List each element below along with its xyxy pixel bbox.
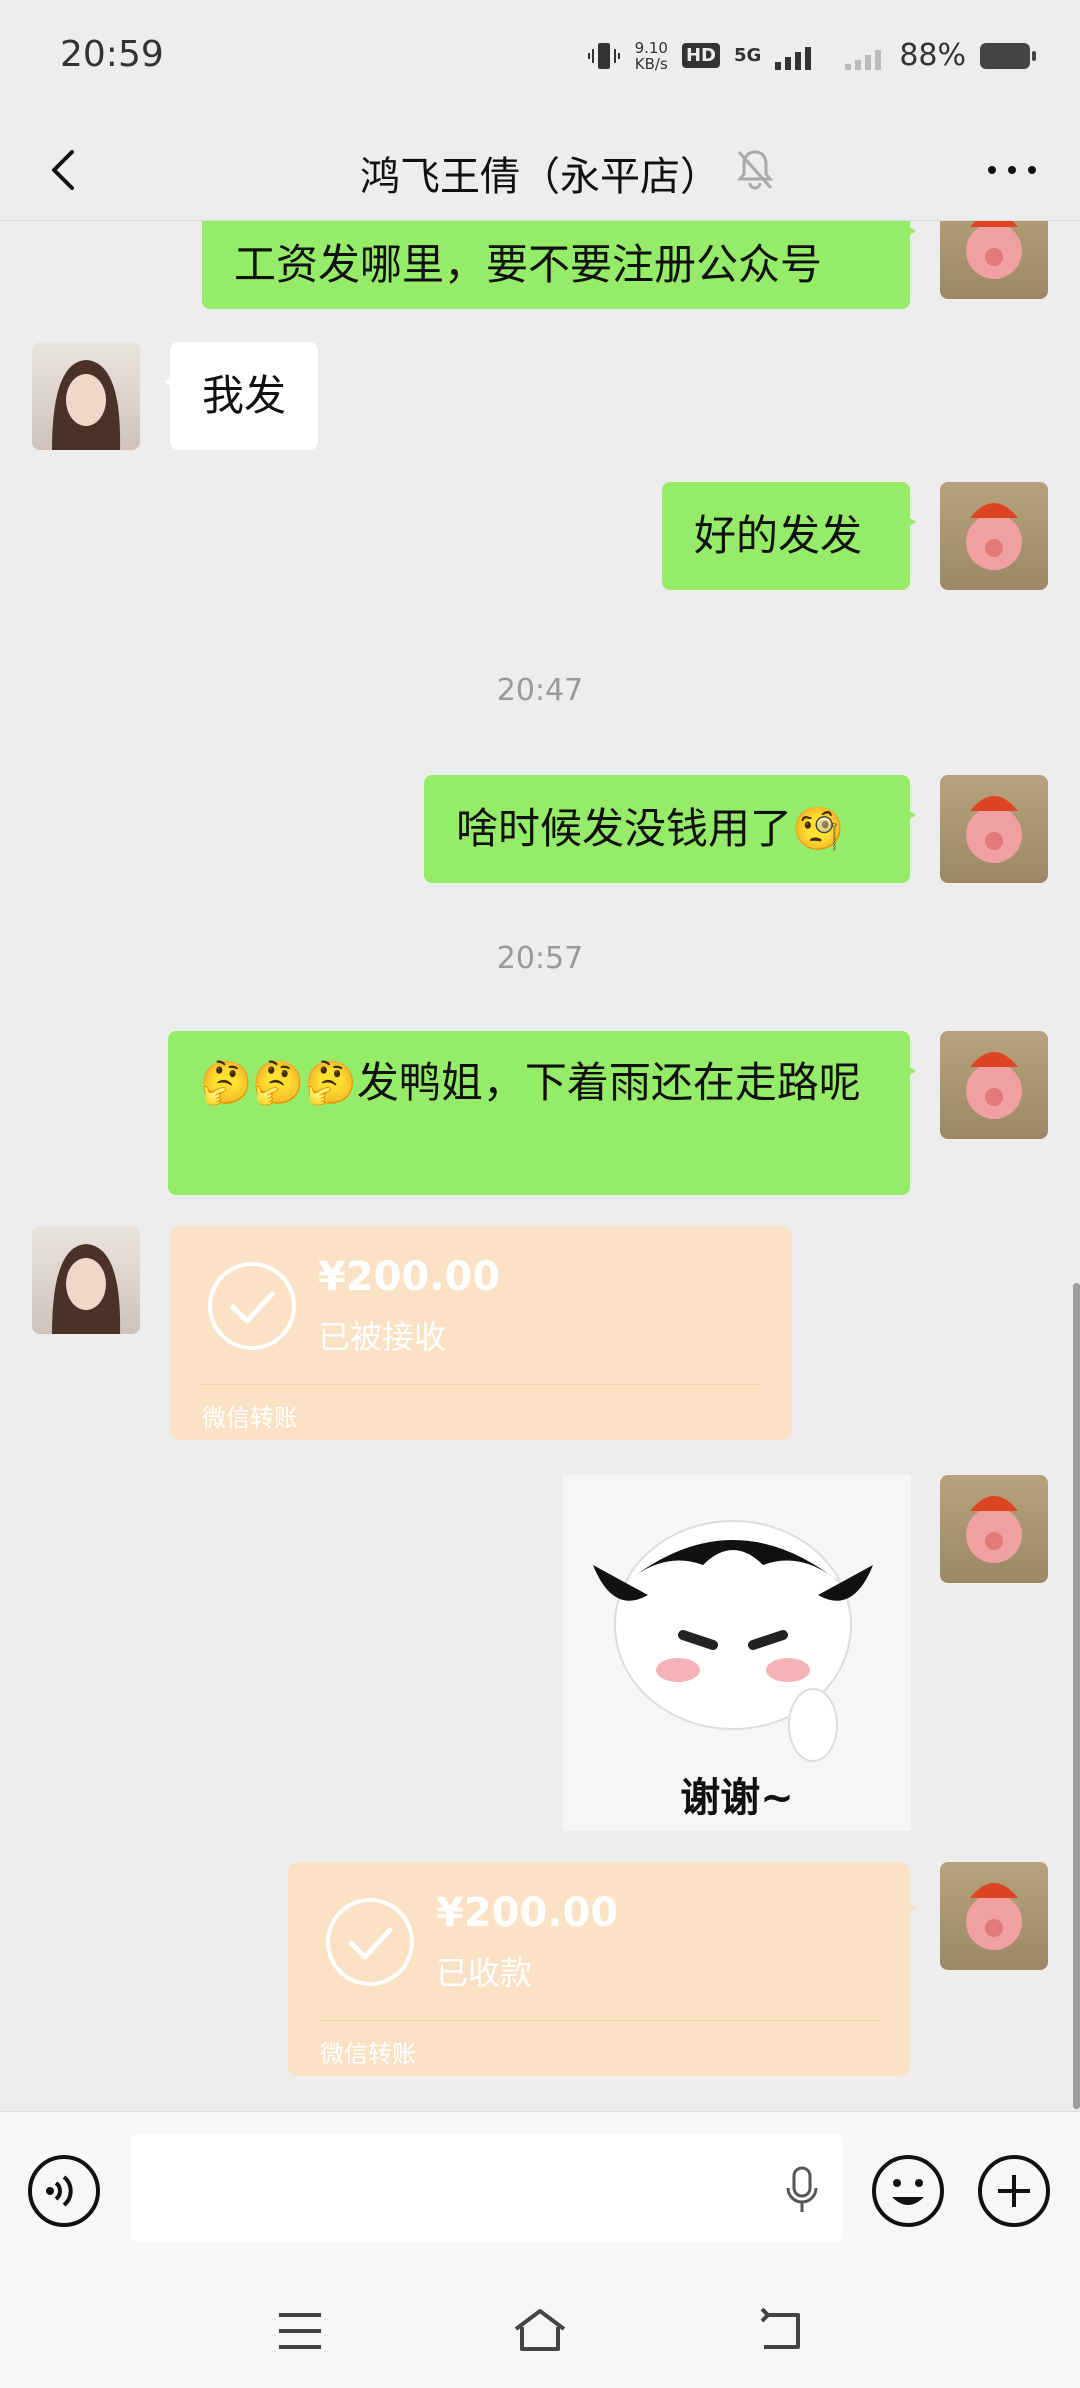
my-avatar[interactable] — [940, 1031, 1048, 1139]
message-text: 我发 — [202, 371, 287, 420]
back-nav-icon[interactable] — [756, 2305, 806, 2355]
contact-avatar[interactable] — [32, 342, 140, 450]
home-icon[interactable] — [510, 2305, 570, 2355]
my-avatar[interactable] — [940, 775, 1048, 883]
battery-icon — [980, 42, 1036, 69]
check-circle-icon — [326, 1898, 414, 1986]
chat-title: 鸿飞王倩（永平店） — [360, 154, 720, 200]
message-input[interactable] — [130, 2134, 842, 2242]
divider — [318, 2020, 880, 2021]
sticker-message[interactable]: 谢谢~ — [563, 1475, 911, 1831]
sticker-caption: 谢谢~ — [680, 1775, 794, 1821]
message-list[interactable]: 工资发哪里，要不要注册公众号 我发 好的发发 20:47 啥时候发没钱用了🧐 2… — [0, 221, 1080, 2111]
transfer-label: 微信转账 — [202, 1404, 298, 1432]
message-text: 啥时候发没钱用了🧐 — [456, 804, 845, 853]
message-text: 🤔🤔🤔发鸭姐，下着雨还在走路呢 — [200, 1058, 861, 1107]
battery-percent: 88% — [899, 38, 966, 73]
status-time: 20:59 — [60, 34, 164, 75]
divider — [200, 1384, 762, 1385]
chat-header: 鸿飞王倩（永平店） — [0, 120, 1080, 221]
microphone-icon[interactable] — [782, 2164, 822, 2216]
plus-icon[interactable] — [976, 2153, 1052, 2229]
input-bar — [0, 2111, 1080, 2272]
message-outgoing[interactable]: 好的发发 — [662, 482, 916, 590]
transfer-amount: ¥200.00 — [436, 1890, 619, 1936]
message-text: 好的发发 — [694, 511, 863, 560]
my-avatar[interactable] — [940, 1475, 1048, 1583]
contact-avatar[interactable] — [32, 1226, 140, 1334]
voice-input-icon[interactable] — [26, 2153, 102, 2229]
transfer-status: 已收款 — [436, 1954, 533, 1992]
speed-unit: KB/s — [634, 54, 668, 73]
mute-bell-icon — [736, 150, 774, 190]
transfer-amount: ¥200.00 — [318, 1254, 501, 1300]
transfer-card-outgoing[interactable]: ¥200.00 已收款 微信转账 — [288, 1862, 916, 2076]
my-avatar[interactable] — [940, 482, 1048, 590]
my-avatar[interactable] — [940, 221, 1048, 299]
vibrate-icon — [587, 42, 620, 69]
status-bar: 20:59 9.10 KB/s HD 5G 88% — [0, 0, 1080, 120]
menu-icon[interactable] — [275, 2309, 325, 2353]
more-options-icon[interactable] — [984, 148, 1040, 192]
message-outgoing[interactable]: 啥时候发没钱用了🧐 — [424, 775, 916, 883]
network-speed: 9.10 KB/s — [635, 40, 668, 72]
hd-badge: HD — [681, 43, 720, 68]
transfer-card-incoming[interactable]: ¥200.00 已被接收 微信转账 — [170, 1226, 792, 1440]
my-avatar[interactable] — [940, 1862, 1048, 1970]
transfer-label: 微信转账 — [320, 2040, 416, 2068]
check-circle-icon — [208, 1262, 296, 1350]
message-outgoing[interactable]: 🤔🤔🤔发鸭姐，下着雨还在走路呢 — [168, 1031, 916, 1195]
message-text: 工资发哪里，要不要注册公众号 — [234, 240, 823, 289]
signal-2-icon — [845, 49, 882, 70]
timestamp: 20:47 — [496, 673, 584, 708]
speed-value: 9.10 — [634, 38, 668, 57]
timestamp: 20:57 — [496, 941, 584, 976]
cow-sticker-image — [593, 1520, 873, 1762]
status-icons: 9.10 KB/s HD 5G 88% — [587, 38, 1036, 73]
signal-icon — [775, 46, 812, 70]
transfer-status: 已被接收 — [318, 1318, 447, 1356]
scrollbar[interactable] — [1073, 1283, 1080, 2109]
message-incoming[interactable]: 我发 — [163, 342, 319, 450]
emoji-icon[interactable] — [870, 2153, 946, 2229]
system-navigation — [0, 2271, 1080, 2388]
network-type: 5G — [734, 45, 762, 66]
message-outgoing[interactable]: 工资发哪里，要不要注册公众号 — [202, 221, 916, 309]
